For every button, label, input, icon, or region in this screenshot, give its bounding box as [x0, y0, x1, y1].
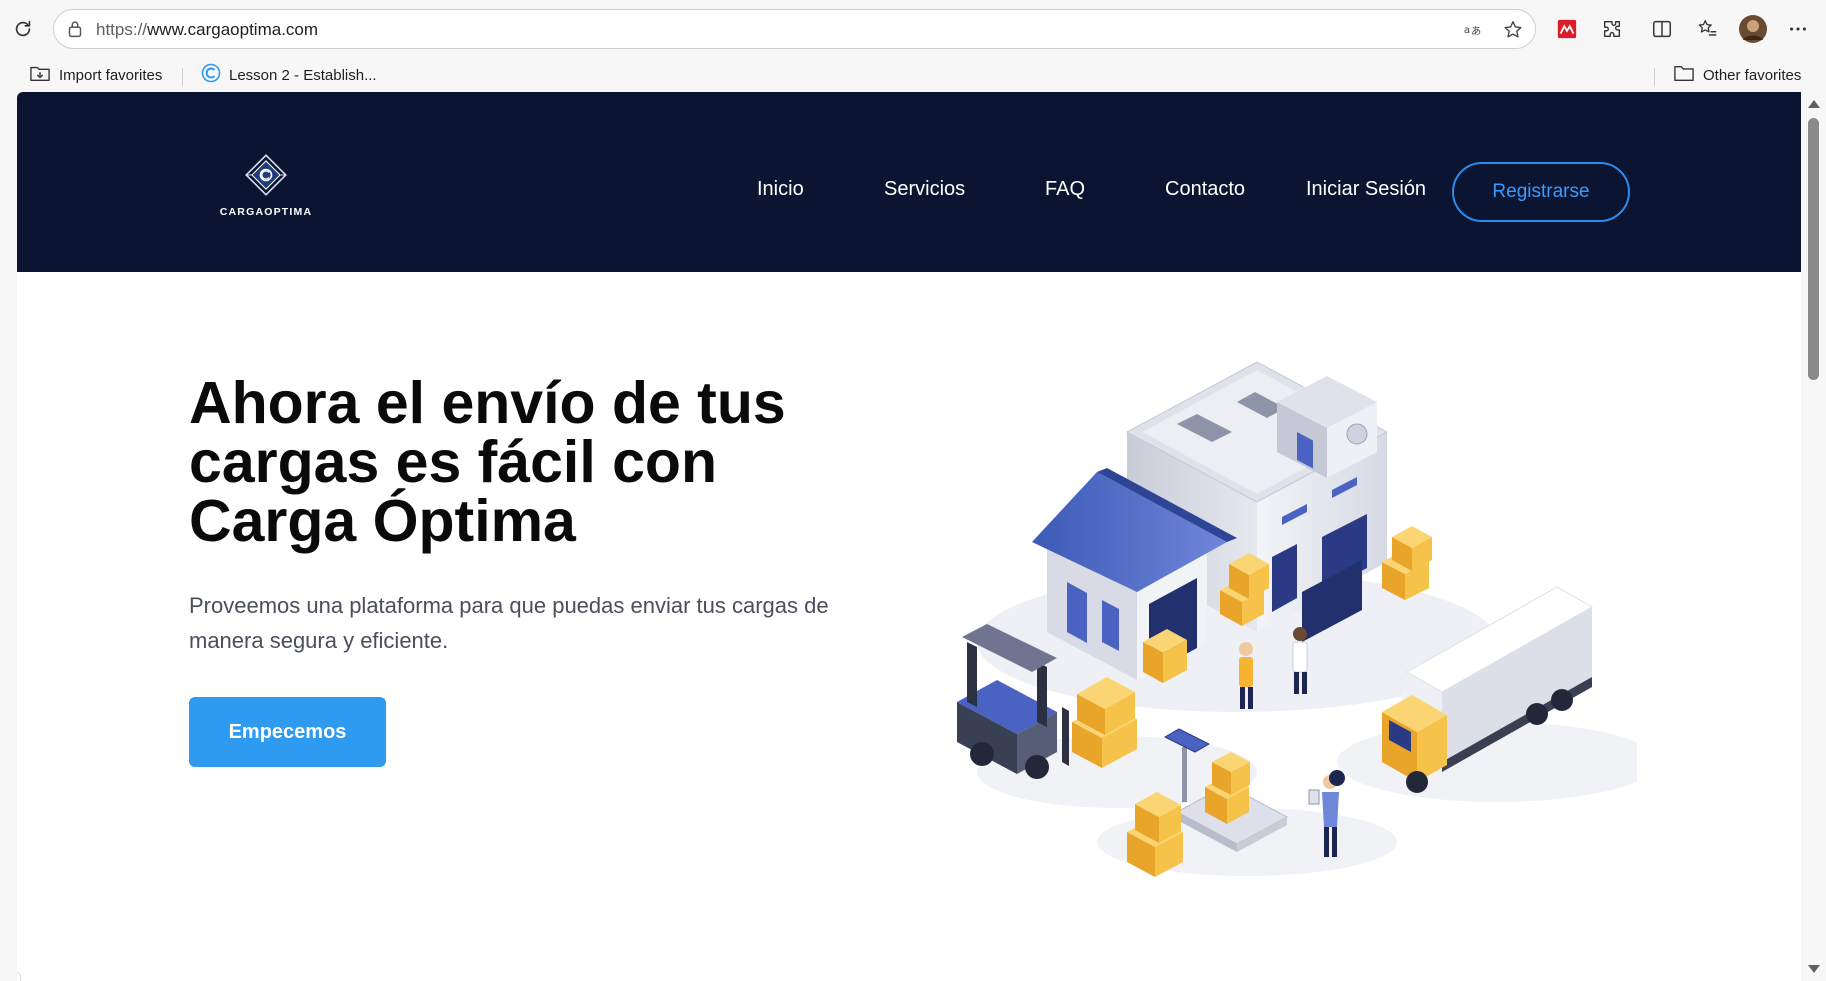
page-scrollbar[interactable] [1801, 92, 1826, 981]
floor-boxes [1127, 792, 1183, 877]
hero-title-line: Ahora el envío de tus [189, 370, 786, 436]
extension-red-icon[interactable] [1551, 13, 1583, 45]
page-viewport: CARGAOPTIMA Inicio Servicios FAQ Contact… [17, 92, 1801, 981]
url-host: www.cargaoptima.com [147, 20, 319, 39]
other-favorites-label: Other favorites [1703, 66, 1802, 84]
svg-text:あ: あ [1471, 26, 1481, 38]
scroll-up-icon[interactable] [1808, 100, 1820, 108]
logo-text: CARGAOPTIMA [219, 206, 313, 218]
address-row: https://www.cargaoptima.com aあ [0, 0, 1826, 58]
url-protocol: https:// [96, 20, 148, 39]
more-menu-icon[interactable] [1782, 13, 1814, 45]
favorites-list-icon[interactable] [1692, 13, 1724, 45]
favorites-bar: Import favorites Lesson 2 - Establish...… [0, 58, 1826, 92]
favorite-label: Import favorites [59, 66, 163, 84]
register-button[interactable]: Registrarse [1452, 162, 1630, 222]
boxes-group-2 [1382, 526, 1432, 600]
browser-chrome: https://www.cargaoptima.com aあ Import fa… [0, 0, 1826, 92]
favorites-divider [1654, 68, 1655, 86]
site-logo[interactable]: CARGAOPTIMA [211, 152, 321, 222]
nav-contacto[interactable]: Contacto [1165, 178, 1245, 201]
lock-icon[interactable] [64, 18, 86, 40]
nav-inicio[interactable]: Inicio [757, 178, 804, 201]
warehouse-illustration [957, 361, 1637, 877]
svg-text:a: a [1464, 25, 1470, 36]
nav-faq[interactable]: FAQ [1045, 178, 1085, 201]
other-favorites[interactable]: Other favorites [1673, 62, 1801, 88]
scroll-down-icon[interactable] [1808, 965, 1820, 973]
start-button[interactable]: Empecemos [189, 697, 386, 767]
side-panel-tab[interactable] [17, 972, 21, 981]
site-c-icon [201, 63, 221, 87]
split-screen-icon[interactable] [1646, 13, 1678, 45]
favorites-divider [182, 68, 183, 86]
favorite-lesson[interactable]: Lesson 2 - Establish... [201, 62, 377, 88]
scroll-thumb[interactable] [1808, 118, 1819, 380]
site-header: CARGAOPTIMA Inicio Servicios FAQ Contact… [17, 92, 1801, 272]
extensions-puzzle-icon[interactable] [1596, 13, 1628, 45]
favorite-label: Lesson 2 - Establish... [229, 66, 377, 84]
address-bar[interactable]: https://www.cargaoptima.com aあ [53, 9, 1536, 49]
hero-title-line: Carga Óptima [189, 488, 576, 554]
url-text[interactable]: https://www.cargaoptima.com [96, 20, 318, 40]
nav-servicios[interactable]: Servicios [884, 178, 965, 201]
folder-icon [1673, 63, 1695, 87]
logo-diamond-icon [243, 152, 289, 198]
hero-title-line: cargas es fácil con [189, 429, 718, 495]
refresh-icon[interactable] [7, 13, 39, 45]
hero-subtitle: Proveemos una plataforma para que puedas… [189, 593, 829, 653]
profile-avatar[interactable] [1737, 13, 1769, 45]
nav-iniciar-sesion[interactable]: Iniciar Sesión [1306, 178, 1426, 201]
favorite-star-icon[interactable] [1500, 17, 1526, 43]
favorite-import[interactable]: Import favorites [29, 62, 162, 88]
import-favorites-icon [29, 63, 51, 87]
hero-title: Ahora el envío de tus cargas es fácil co… [189, 374, 849, 551]
translate-icon[interactable]: aあ [1460, 17, 1486, 43]
